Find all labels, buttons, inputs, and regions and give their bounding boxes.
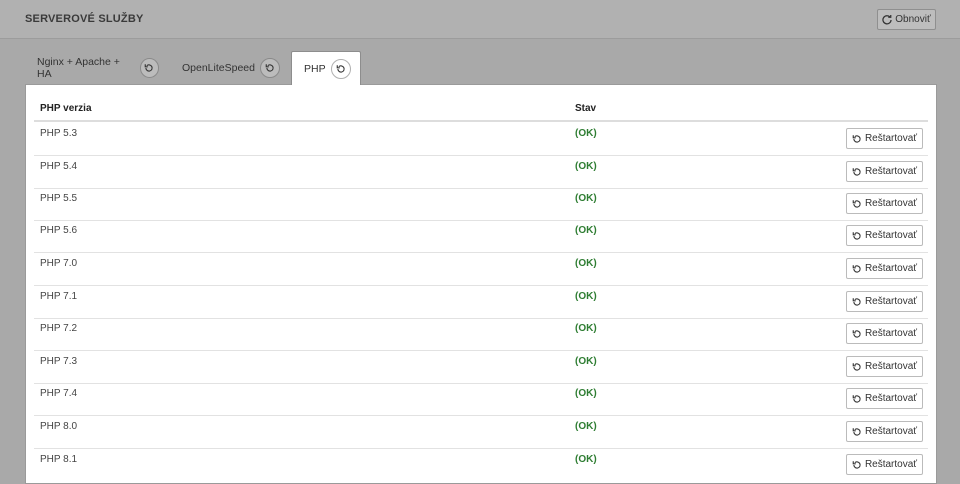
restart-button-label: Reštartovať bbox=[864, 230, 918, 241]
restart-button[interactable]: Reštartovať bbox=[846, 193, 923, 214]
status-badge: (OK) bbox=[575, 323, 597, 334]
status-badge: (OK) bbox=[575, 291, 597, 302]
restart-icon bbox=[852, 167, 862, 177]
restart-button-label: Reštartovať bbox=[864, 393, 918, 404]
restart-button-label: Reštartovať bbox=[864, 328, 918, 339]
restart-icon bbox=[852, 297, 862, 307]
table-row: PHP 5.6 (OK) Reštartovať bbox=[34, 219, 928, 253]
php-version: PHP 7.4 bbox=[40, 388, 78, 399]
restart-button-label: Reštartovať bbox=[864, 263, 918, 274]
restart-button-label: Reštartovať bbox=[864, 426, 918, 437]
php-version: PHP 5.4 bbox=[40, 161, 78, 172]
table-row: PHP 7.0 (OK) Reštartovať bbox=[34, 252, 928, 286]
restart-button[interactable]: Reštartovať bbox=[846, 161, 923, 182]
restart-icon bbox=[852, 199, 862, 209]
restart-icon bbox=[852, 264, 862, 274]
restart-button-label: Reštartovať bbox=[864, 459, 918, 470]
php-version: PHP 7.3 bbox=[40, 356, 78, 367]
restart-icon bbox=[852, 394, 862, 404]
restart-icon bbox=[852, 134, 862, 144]
restart-icon bbox=[852, 362, 862, 372]
tab-php[interactable]: PHP bbox=[291, 51, 361, 85]
php-version: PHP 7.0 bbox=[40, 258, 78, 269]
refresh-button[interactable]: Obnoviť bbox=[877, 9, 936, 30]
php-version: PHP 7.2 bbox=[40, 323, 78, 334]
table-row: PHP 7.3 (OK) Reštartovať bbox=[34, 350, 928, 384]
table-row: PHP 8.0 (OK) Reštartovať bbox=[34, 415, 928, 449]
restart-button[interactable]: Reštartovať bbox=[846, 225, 923, 246]
status-badge: (OK) bbox=[575, 454, 597, 465]
php-version: PHP 8.1 bbox=[40, 454, 78, 465]
table-row: PHP 8.1 (OK) Reštartovať bbox=[34, 448, 928, 481]
table-row: PHP 7.4 (OK) Reštartovať bbox=[34, 382, 928, 416]
php-version: PHP 5.6 bbox=[40, 225, 78, 236]
table-row: PHP 5.5 (OK) Reštartovať bbox=[34, 187, 928, 221]
restart-button[interactable]: Reštartovať bbox=[846, 421, 923, 442]
restart-icon bbox=[852, 460, 862, 470]
tab-openlitespeed[interactable]: OpenLiteSpeed bbox=[182, 51, 280, 85]
restart-button[interactable]: Reštartovať bbox=[846, 128, 923, 149]
restart-button[interactable]: Reštartovať bbox=[846, 388, 923, 409]
restart-button-label: Reštartovať bbox=[864, 166, 918, 177]
tab-label: Nginx + Apache + HA bbox=[37, 56, 120, 80]
restart-icon[interactable] bbox=[259, 58, 280, 78]
table-row: PHP 7.1 (OK) Reštartovať bbox=[34, 285, 928, 319]
refresh-button-label: Obnoviť bbox=[895, 14, 931, 25]
tab-nginx-apache-ha[interactable]: Nginx + Apache + HA bbox=[37, 51, 159, 85]
php-version: PHP 5.5 bbox=[40, 193, 78, 204]
php-version: PHP 8.0 bbox=[40, 421, 78, 432]
restart-button-label: Reštartovať bbox=[864, 198, 918, 209]
tab-label: OpenLiteSpeed bbox=[182, 62, 255, 74]
restart-icon[interactable] bbox=[330, 58, 351, 79]
status-badge: (OK) bbox=[575, 356, 597, 367]
status-badge: (OK) bbox=[575, 128, 597, 139]
restart-button[interactable]: Reštartovať bbox=[846, 356, 923, 377]
restart-button-label: Reštartovať bbox=[864, 133, 918, 144]
refresh-icon bbox=[882, 14, 892, 25]
status-badge: (OK) bbox=[575, 225, 597, 236]
status-badge: (OK) bbox=[575, 421, 597, 432]
restart-button[interactable]: Reštartovať bbox=[846, 291, 923, 312]
restart-icon bbox=[852, 231, 862, 241]
table-row: PHP 5.3 (OK) Reštartovať bbox=[34, 122, 928, 156]
php-services-panel: PHP verzia Stav PHP 5.3 (OK) Reštartovať… bbox=[25, 84, 937, 484]
status-badge: (OK) bbox=[575, 193, 597, 204]
tab-label: PHP bbox=[304, 62, 326, 75]
column-header-status: Stav bbox=[575, 103, 597, 114]
status-badge: (OK) bbox=[575, 161, 597, 172]
table-row: PHP 5.4 (OK) Reštartovať bbox=[34, 155, 928, 189]
status-badge: (OK) bbox=[575, 258, 597, 269]
restart-icon[interactable] bbox=[139, 58, 159, 78]
restart-button-label: Reštartovať bbox=[864, 361, 918, 372]
status-badge: (OK) bbox=[575, 388, 597, 399]
page-title: SERVEROVÉ SLUŽBY bbox=[25, 13, 144, 25]
php-version: PHP 7.1 bbox=[40, 291, 78, 302]
restart-icon bbox=[852, 427, 862, 437]
restart-button-label: Reštartovať bbox=[864, 296, 918, 307]
restart-button[interactable]: Reštartovať bbox=[846, 258, 923, 279]
restart-icon bbox=[852, 329, 862, 339]
column-header-php-version: PHP verzia bbox=[40, 103, 92, 114]
page-header: SERVEROVÉ SLUŽBY Obnoviť bbox=[0, 0, 960, 39]
table-row: PHP 7.2 (OK) Reštartovať bbox=[34, 317, 928, 351]
restart-button[interactable]: Reštartovať bbox=[846, 323, 923, 344]
php-version: PHP 5.3 bbox=[40, 128, 78, 139]
restart-button[interactable]: Reštartovať bbox=[846, 454, 923, 475]
